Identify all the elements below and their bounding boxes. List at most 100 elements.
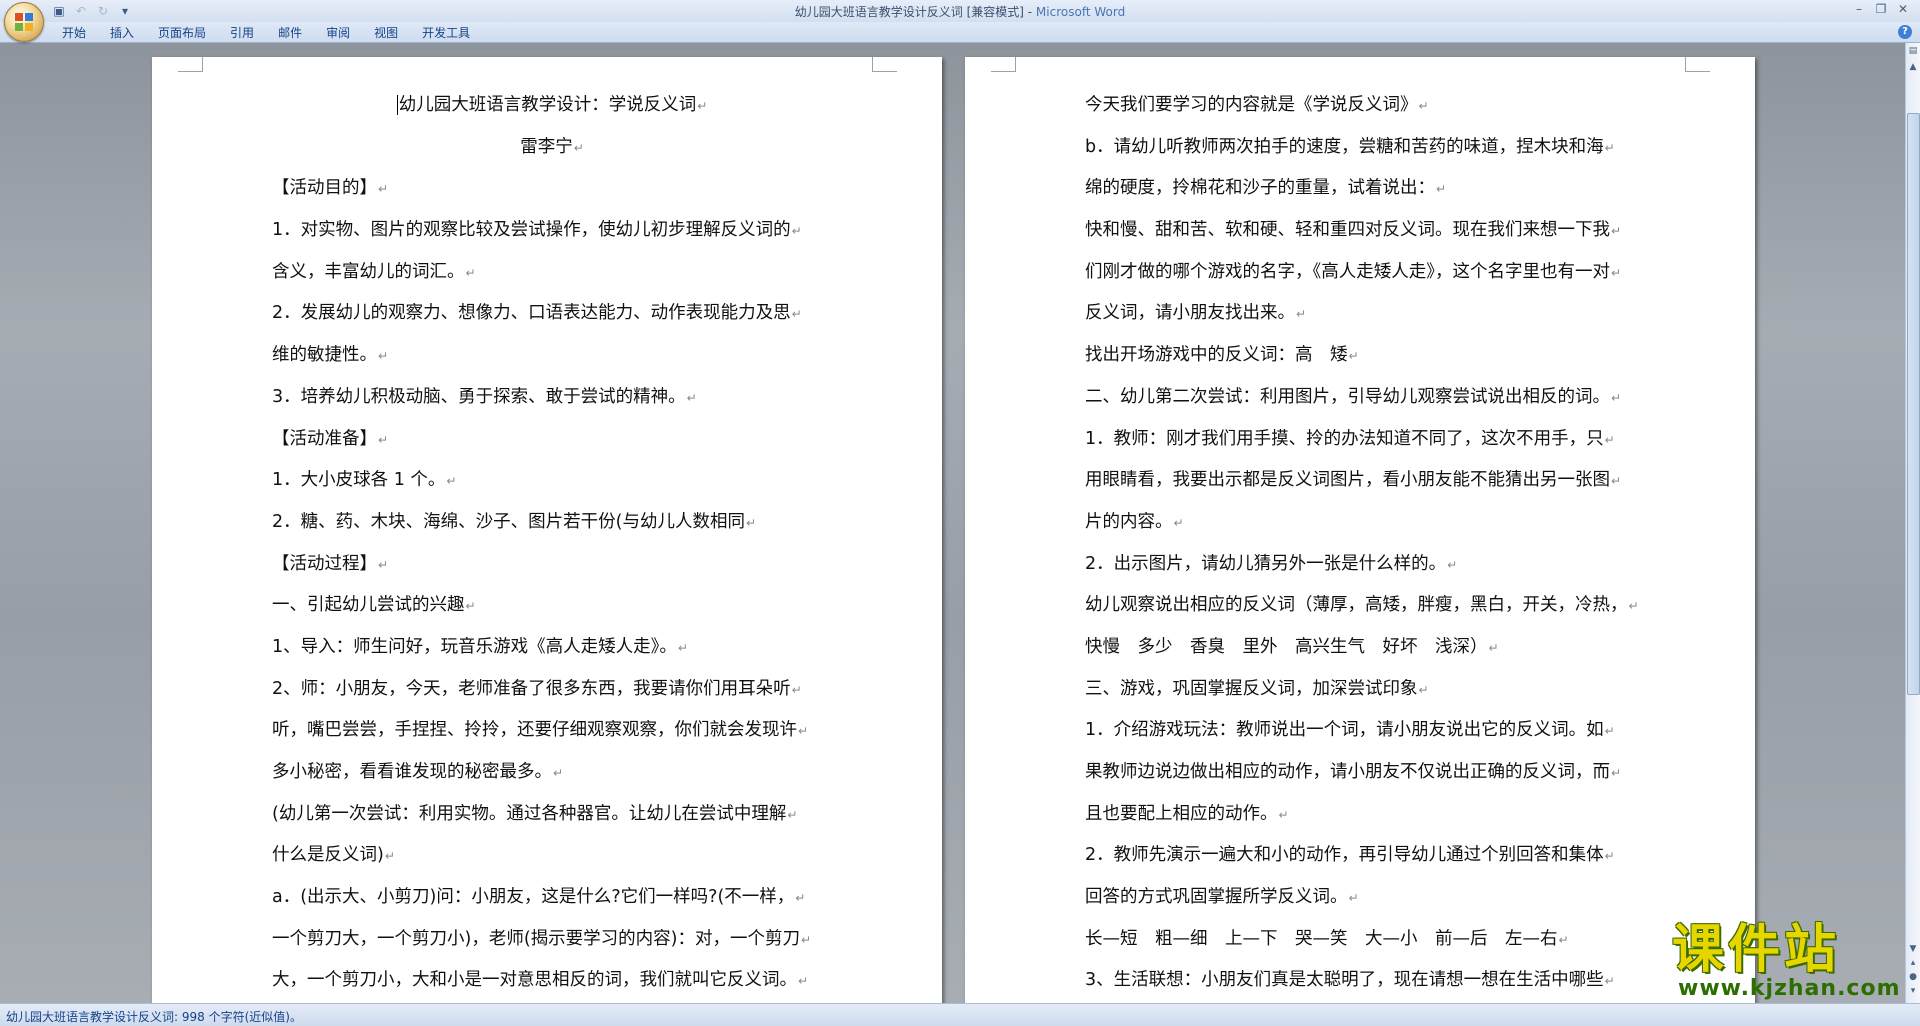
scrollbar-thumb[interactable] [1907, 113, 1920, 695]
paragraph-text: 一个剪刀大，一个剪刀小)，老师(揭示要学习的内容)：对，一个剪刀 [272, 928, 800, 949]
paragraph[interactable]: 用眼睛看，我要出示都是反义词图片，看小朋友能不能猜出另一张图↵ [1085, 460, 1645, 502]
paragraph-mark-icon: ↵ [384, 849, 395, 864]
vertical-scrollbar[interactable]: ▤ ▲ ▼ ▴ ● ▾ [1905, 43, 1920, 1003]
paragraph-mark-icon: ↵ [677, 640, 688, 655]
paragraph[interactable]: 大，一个剪刀小，大和小是一对意思相反的词，我们就叫它反义词。↵ [272, 960, 832, 1002]
paragraph[interactable]: 维的敏捷性。↵ [272, 335, 832, 377]
paragraph[interactable]: 含义，丰富幼儿的词汇。↵ [272, 252, 832, 294]
tab-developer[interactable]: 开发工具 [410, 24, 482, 42]
tab-page-layout[interactable]: 页面布局 [146, 24, 218, 42]
paragraph-text: 大，一个剪刀小，大和小是一对意思相反的词，我们就叫它反义词。 [272, 970, 797, 991]
document-page-1[interactable]: 幼儿园大班语言教学设计：学说反义词↵ 雷李宁↵ 【活动目的】↵ 1．对实物、图片的观察… [152, 57, 942, 1003]
paragraph-mark-icon: ↵ [697, 99, 708, 113]
title-bar: ▣ ↶ ↻ ▾ 幼儿园大班语言教学设计反义词 [兼容模式] - Microsof… [0, 0, 1920, 23]
paragraph-mark-icon: ↵ [446, 474, 457, 489]
paragraph[interactable]: 听，嘴巴尝尝，手捏捏、拎拎，还要仔细观察观察，你们就会发现许↵ [272, 710, 832, 752]
paragraph[interactable]: 2、师：小朋友，今天，老师准备了很多东西，我要请你们用耳朵听↵ [272, 669, 832, 711]
paragraph[interactable]: 回答的方式巩固掌握所学反义词。↵ [1085, 877, 1645, 919]
paragraph[interactable]: 绵的硬度，拎棉花和沙子的重量，试着说出：↵ [1085, 168, 1645, 210]
paragraph[interactable]: 今天我们要学习的内容就是《学说反义词》↵ [1085, 85, 1645, 127]
paragraph[interactable]: (幼儿第一次尝试：利用实物。通过各种器官。让幼儿在尝试中理解↵ [272, 794, 832, 836]
paragraph[interactable]: 【活动过程】↵ [272, 544, 832, 586]
page-1-text[interactable]: 幼儿园大班语言教学设计：学说反义词↵ 雷李宁↵ 【活动目的】↵ 1．对实物、图片的观察… [272, 85, 832, 1002]
paragraph[interactable]: 长—短 粗—细 上—下 哭—笑 大—小 前—后 左—右↵ [1085, 919, 1645, 961]
paragraph[interactable]: 3．培养幼儿积极动脑、勇于探索、敢于尝试的精神。↵ [272, 377, 832, 419]
paragraph[interactable]: 反义词，请小朋友找出来。↵ [1085, 293, 1645, 335]
close-icon[interactable]: ✕ [1892, 0, 1914, 18]
word-count-status[interactable]: 幼儿园大班语言教学设计反义词: 998 个字符(近似值)。 [6, 1008, 302, 1025]
paragraph[interactable]: 1、导入：师生问好，玩音乐游戏《高人走矮人走》。↵ [272, 627, 832, 669]
tab-review[interactable]: 审阅 [314, 24, 362, 42]
paragraph[interactable]: 3、生活联想：小朋友们真是太聪明了，现在请想一想在生活中哪些↵ [1085, 960, 1645, 1002]
paragraph-text: 反义词，请小朋友找出来。 [1085, 303, 1295, 324]
restore-icon[interactable]: ❐ [1870, 0, 1892, 18]
paragraph-mark-icon: ↵ [798, 724, 809, 739]
ruler-toggle-icon[interactable]: ▤ [1907, 45, 1919, 58]
paragraph[interactable]: a．(出示大、小剪刀)问：小朋友，这是什么?它们一样吗?(不一样，↵ [272, 877, 832, 919]
crop-mark [178, 57, 203, 72]
paragraph[interactable]: 雷李宁↵ [272, 127, 832, 169]
paragraph[interactable]: 2．发展幼儿的观察力、想像力、口语表达能力、动作表现能力及思↵ [272, 293, 832, 335]
paragraph[interactable]: 幼儿园大班语言教学设计：学说反义词↵ [272, 85, 832, 127]
paragraph[interactable]: 多小秘密，看看谁发现的秘密最多。↵ [272, 752, 832, 794]
paragraph[interactable]: 快慢 多少 香臭 里外 高兴生气 好坏 浅深）↵ [1085, 627, 1645, 669]
paragraph[interactable]: 什么是反义词)↵ [272, 835, 832, 877]
paragraph[interactable]: 1．介绍游戏玩法：教师说出一个词，请小朋友说出它的反义词。如↵ [1085, 710, 1645, 752]
paragraph-text: a．(出示大、小剪刀)问：小朋友，这是什么?它们一样吗?(不一样， [272, 887, 795, 908]
tab-home[interactable]: 开始 [50, 24, 98, 42]
paragraph[interactable]: 2．糖、药、木块、海绵、沙子、图片若干份(与幼儿人数相同↵ [272, 502, 832, 544]
paragraph[interactable]: 幼儿观察说出相应的反义词（薄厚，高矮，胖瘦，黑白，开关，冷热，↵ [1085, 585, 1645, 627]
paragraph-mark-icon: ↵ [465, 599, 476, 614]
paragraph[interactable]: 快和慢、甜和苦、软和硬、轻和重四对反义词。现在我们来想一下我↵ [1085, 210, 1645, 252]
paragraph[interactable]: b．请幼儿听教师两次拍手的速度，尝糖和苦药的味道，捏木块和海↵ [1085, 127, 1645, 169]
paragraph-text: 片的内容。 [1085, 511, 1173, 532]
paragraph[interactable]: 二、幼儿第二次尝试：利用图片，引导幼儿观察尝试说出相反的词。↵ [1085, 377, 1645, 419]
paragraph-text: 【活动准备】 [272, 428, 377, 449]
office-button[interactable] [4, 2, 44, 42]
paragraph[interactable]: 1．大小皮球各 1 个。↵ [272, 460, 832, 502]
paragraph[interactable]: 1．对实物、图片的观察比较及尝试操作，使幼儿初步理解反义词的↵ [272, 210, 832, 252]
paragraph[interactable]: 三、游戏，巩固掌握反义词，加深尝试印象↵ [1085, 669, 1645, 711]
paragraph[interactable]: 2．教师先演示一遍大和小的动作，再引导幼儿通过个别回答和集体↵ [1085, 835, 1645, 877]
paragraph-mark-icon: ↵ [553, 766, 564, 780]
paragraph-mark-icon: ↵ [1604, 974, 1615, 989]
paragraph-text: 【活动过程】 [272, 553, 377, 574]
paragraph-text: 2．出示图片，请幼儿猜另外一张是什么样的。 [1085, 553, 1447, 574]
paragraph-text: 维的敏捷性。 [272, 345, 377, 366]
paragraph-mark-icon: ↵ [1418, 682, 1429, 697]
paragraph-mark-icon: ↵ [686, 390, 697, 405]
paragraph[interactable]: 果教师边说边做出相应的动作，请小朋友不仅说出正确的反义词，而↵ [1085, 752, 1645, 794]
paragraph-text: 果教师边说边做出相应的动作，请小朋友不仅说出正确的反义词，而 [1085, 762, 1610, 782]
page-2-text[interactable]: 今天我们要学习的内容就是《学说反义词》↵ b．请幼儿听教师两次拍手的速度，尝糖和苦… [1085, 85, 1645, 1002]
help-icon[interactable]: ? [1898, 25, 1912, 39]
status-bar: 幼儿园大班语言教学设计反义词: 998 个字符(近似值)。 [0, 1003, 1920, 1026]
paragraph[interactable]: 片的内容。↵ [1085, 502, 1645, 544]
paragraph-text: 2、师：小朋友，今天，老师准备了很多东西，我要请你们用耳朵听 [272, 678, 791, 699]
paragraph[interactable]: 找出开场游戏中的反义词：高 矮↵ [1085, 335, 1645, 377]
tab-mailings[interactable]: 邮件 [266, 24, 314, 42]
paragraph-text: 1、导入：师生问好，玩音乐游戏《高人走矮人走》。 [272, 636, 677, 657]
paragraph-mark-icon: ↵ [1604, 849, 1615, 864]
tab-references[interactable]: 引用 [218, 24, 266, 42]
paragraph[interactable]: 1．教师：刚才我们用手摸、拎的办法知道不同了，这次不用手，只↵ [1085, 419, 1645, 461]
paragraph[interactable]: 【活动准备】↵ [272, 419, 832, 461]
paragraph-mark-icon: ↵ [1611, 390, 1622, 405]
paragraph-mark-icon: ↵ [1447, 557, 1458, 572]
tab-view[interactable]: 视图 [362, 24, 410, 42]
paragraph-text: 三、游戏，巩固掌握反义词，加深尝试印象 [1085, 678, 1418, 699]
document-page-2[interactable]: 今天我们要学习的内容就是《学说反义词》↵ b．请幼儿听教师两次拍手的速度，尝糖和苦… [965, 57, 1755, 1003]
paragraph[interactable]: 们刚才做的哪个游戏的名字，《高人走矮人走》，这个名字里也有一对↵ [1085, 252, 1645, 294]
paragraph-text: 什么是反义词) [272, 845, 384, 866]
paragraph[interactable]: 一个剪刀大，一个剪刀小)，老师(揭示要学习的内容)：对，一个剪刀↵ [272, 919, 832, 961]
paragraph-text: 1．对实物、图片的观察比较及尝试操作，使幼儿初步理解反义词的 [272, 220, 791, 241]
paragraph[interactable]: 2．出示图片，请幼儿猜另外一张是什么样的。↵ [1085, 544, 1645, 586]
paragraph[interactable]: 一、引起幼儿尝试的兴趣↵ [272, 585, 832, 627]
paragraph-text: 3、生活联想：小朋友们真是太聪明了，现在请想一想在生活中哪些 [1085, 970, 1604, 991]
scroll-up-icon[interactable]: ▲ [1907, 61, 1919, 74]
minimize-icon[interactable]: – [1848, 0, 1870, 18]
tab-insert[interactable]: 插入 [98, 24, 146, 42]
paragraph-text: 找出开场游戏中的反义词：高 矮 [1085, 345, 1348, 366]
paragraph[interactable]: 且也要配上相应的动作。↵ [1085, 794, 1645, 836]
paragraph-mark-icon: ↵ [1611, 766, 1622, 780]
paragraph[interactable]: 【活动目的】↵ [272, 168, 832, 210]
